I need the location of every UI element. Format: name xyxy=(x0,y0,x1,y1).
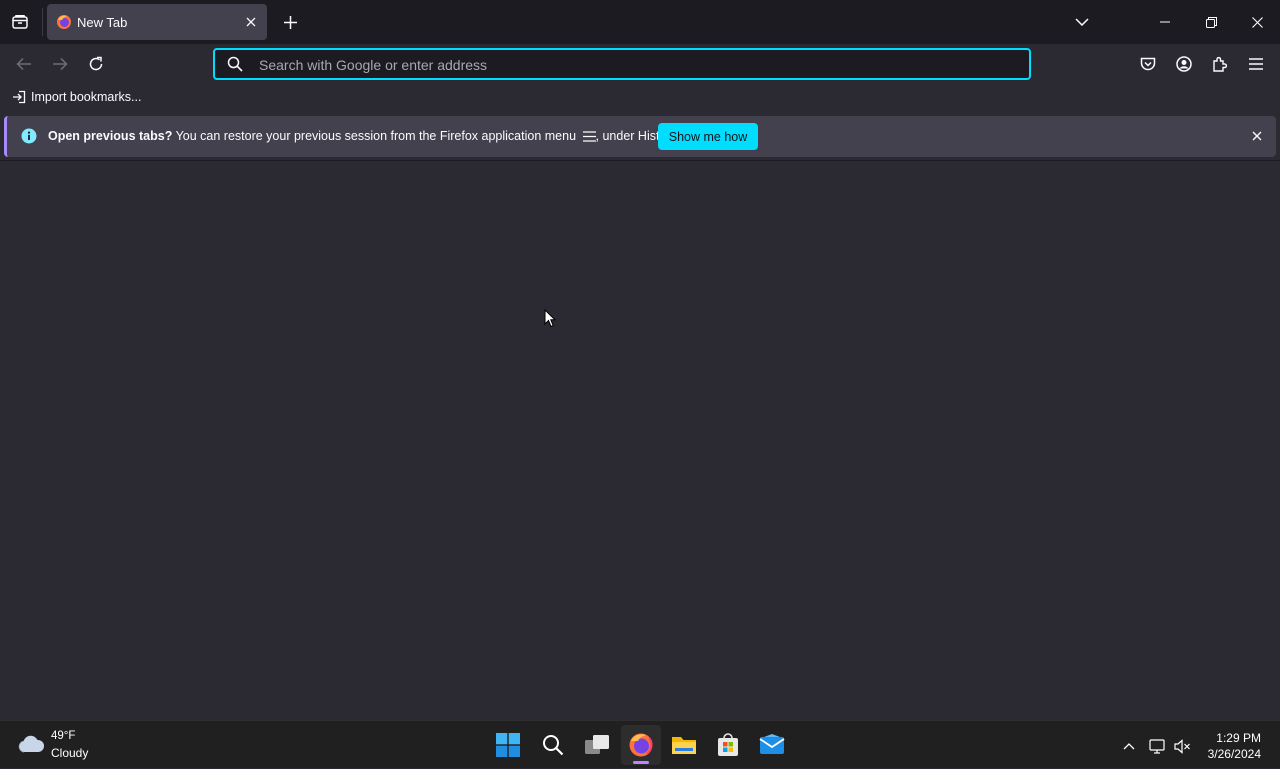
clock-time: 1:29 PM xyxy=(1216,731,1261,745)
info-icon xyxy=(21,128,37,144)
bookmarks-toolbar: Import bookmarks... xyxy=(0,84,1280,112)
taskbar-search-button[interactable] xyxy=(533,725,573,765)
show-hidden-icons-button[interactable] xyxy=(1118,735,1140,757)
hamburger-menu-icon xyxy=(582,131,596,142)
import-bookmarks-label: Import bookmarks... xyxy=(31,90,142,104)
minimize-button[interactable] xyxy=(1142,0,1188,44)
import-icon xyxy=(13,90,26,104)
clock-date: 3/26/2024 xyxy=(1207,747,1261,761)
close-tab-button[interactable] xyxy=(241,12,261,32)
search-icon xyxy=(227,56,243,72)
hamburger-menu-icon xyxy=(1249,58,1263,70)
windows-taskbar: 49°F Cloudy 1:29 PM 3/26/2024 xyxy=(0,720,1280,768)
close-icon xyxy=(1252,131,1262,141)
address-input[interactable] xyxy=(259,56,999,74)
weather-temperature: 49°F xyxy=(51,730,76,742)
volume-muted-icon xyxy=(1173,738,1190,754)
tab-divider xyxy=(42,8,43,36)
chevron-down-icon xyxy=(1075,18,1089,26)
list-all-tabs-button[interactable] xyxy=(1070,11,1094,33)
task-view-button[interactable] xyxy=(577,725,617,765)
system-clock[interactable]: 1:29 PM 3/26/2024 xyxy=(1208,730,1261,762)
task-view-icon xyxy=(585,735,609,754)
taskbar-mail-button[interactable] xyxy=(752,725,792,765)
firefox-icon xyxy=(629,733,653,757)
cloud-icon xyxy=(17,734,45,754)
new-tab-button[interactable] xyxy=(279,11,301,33)
page-content[interactable] xyxy=(0,160,1280,720)
arrow-right-icon xyxy=(53,57,68,71)
extensions-button[interactable] xyxy=(1208,52,1232,76)
weather-condition: Cloudy xyxy=(51,746,89,760)
firefox-view-button[interactable] xyxy=(8,10,32,34)
import-bookmarks-button[interactable]: Import bookmarks... xyxy=(12,90,141,104)
navigation-toolbar xyxy=(0,44,1280,84)
chevron-up-icon xyxy=(1123,742,1135,749)
search-icon xyxy=(543,735,564,756)
taskbar-firefox-button[interactable] xyxy=(621,725,661,765)
network-status-button[interactable] xyxy=(1146,735,1168,757)
start-icon xyxy=(496,733,520,757)
pocket-button[interactable] xyxy=(1136,52,1160,76)
arrow-left-icon xyxy=(16,57,31,71)
volume-button[interactable] xyxy=(1171,735,1193,757)
tab-title: New Tab xyxy=(77,15,128,30)
taskbar-file-explorer-button[interactable] xyxy=(664,725,704,765)
application-menu-button[interactable] xyxy=(1244,52,1268,76)
forward-button[interactable] xyxy=(48,52,72,76)
back-button[interactable] xyxy=(12,52,36,76)
notification-message: Open previous tabs? You can restore your… xyxy=(48,129,679,143)
close-notification-button[interactable] xyxy=(1247,126,1267,146)
tab-new-tab[interactable]: New Tab xyxy=(47,4,267,40)
close-icon xyxy=(1251,16,1263,28)
close-icon xyxy=(246,17,256,27)
pocket-icon xyxy=(1140,57,1156,71)
restore-icon xyxy=(1205,16,1217,28)
session-restore-notification: Open previous tabs? You can restore your… xyxy=(4,116,1276,157)
address-bar[interactable] xyxy=(213,48,1031,80)
account-button[interactable] xyxy=(1172,52,1196,76)
account-icon xyxy=(1176,56,1192,72)
notification-body: You can restore your previous session fr… xyxy=(175,129,577,143)
title-bar: New Tab xyxy=(0,0,1280,44)
reload-button[interactable] xyxy=(84,52,108,76)
network-icon xyxy=(1148,738,1165,754)
close-window-button[interactable] xyxy=(1234,0,1280,44)
reload-icon xyxy=(89,56,103,71)
start-button[interactable] xyxy=(488,725,528,765)
microsoft-store-icon xyxy=(718,733,738,756)
notification-title: Open previous tabs? xyxy=(48,129,173,143)
taskbar-store-button[interactable] xyxy=(708,725,748,765)
plus-icon xyxy=(283,15,297,29)
firefox-view-icon xyxy=(12,15,28,29)
puzzle-piece-icon xyxy=(1213,56,1228,72)
show-me-how-button[interactable]: Show me how xyxy=(658,123,758,150)
restore-button[interactable] xyxy=(1188,0,1234,44)
file-explorer-icon xyxy=(672,737,696,754)
firefox-tab-icon xyxy=(56,14,72,30)
weather-widget[interactable]: 49°F Cloudy xyxy=(10,721,100,769)
active-indicator xyxy=(633,761,649,764)
mouse-cursor-icon xyxy=(544,309,556,328)
minimize-icon xyxy=(1160,21,1170,23)
mail-icon xyxy=(759,734,785,754)
